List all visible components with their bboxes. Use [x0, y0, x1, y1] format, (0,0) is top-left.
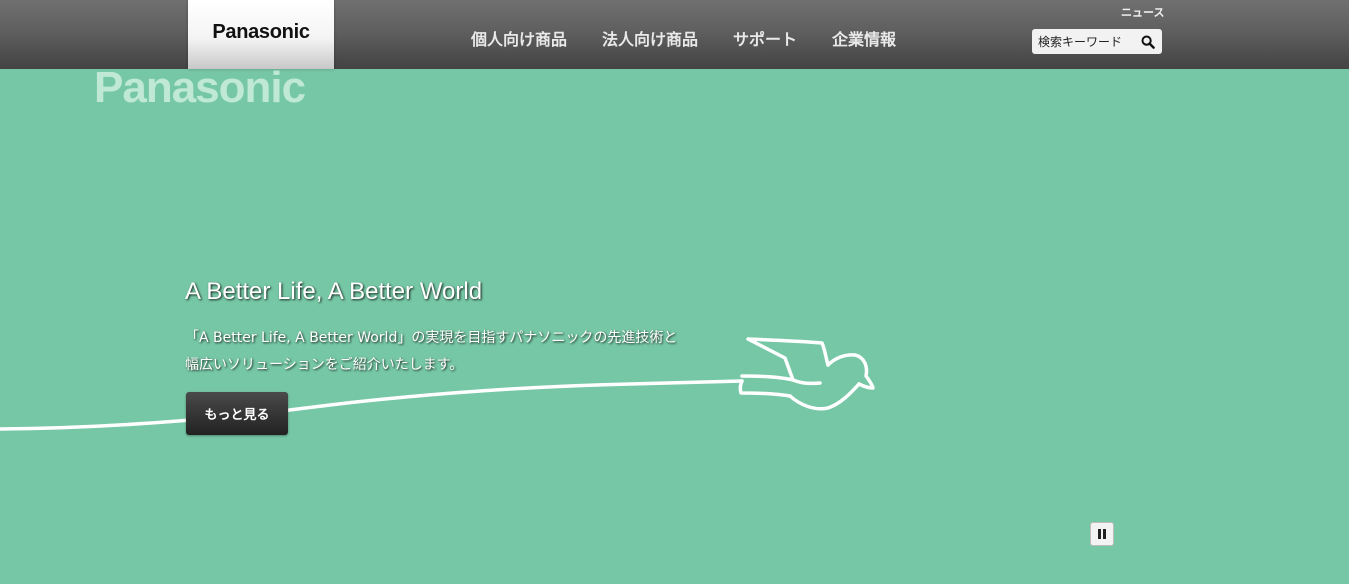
more-button[interactable]: もっと見る [186, 392, 288, 435]
nav-item-support[interactable]: サポート [733, 26, 797, 50]
hero-page: Panasonic Panasonic 個人向け商品 法人向け商品 サポート 企… [0, 0, 1349, 584]
hero-description-line: 「A Better Life, A Better World」の実現を目指すパナ… [185, 330, 678, 346]
hero-title: A Better Life, A Better World [185, 278, 483, 305]
logo: Panasonic [212, 20, 310, 43]
brand-watermark: Panasonic [94, 63, 306, 112]
logo-link[interactable]: Panasonic [188, 0, 334, 69]
site-header: Panasonic 個人向け商品 法人向け商品 サポート 企業情報 ニュース [0, 0, 1349, 69]
hero-description: 「A Better Life, A Better World」の実現を目指すパナ… [185, 325, 725, 379]
news-link[interactable]: ニュース [1121, 4, 1164, 20]
slideshow-pause-button[interactable] [1090, 522, 1114, 546]
nav-item-company-info[interactable]: 企業情報 [832, 26, 896, 50]
search-input[interactable] [1032, 29, 1137, 54]
search-box [1032, 29, 1162, 54]
search-button[interactable] [1137, 31, 1159, 52]
pause-icon [1097, 529, 1107, 539]
hero-description-line: 幅広いソリューションをご紹介いたします。 [185, 357, 464, 373]
nav-item-personal-products[interactable]: 個人向け商品 [471, 26, 567, 50]
nav-item-business-products[interactable]: 法人向け商品 [602, 26, 698, 50]
search-icon [1141, 35, 1155, 49]
